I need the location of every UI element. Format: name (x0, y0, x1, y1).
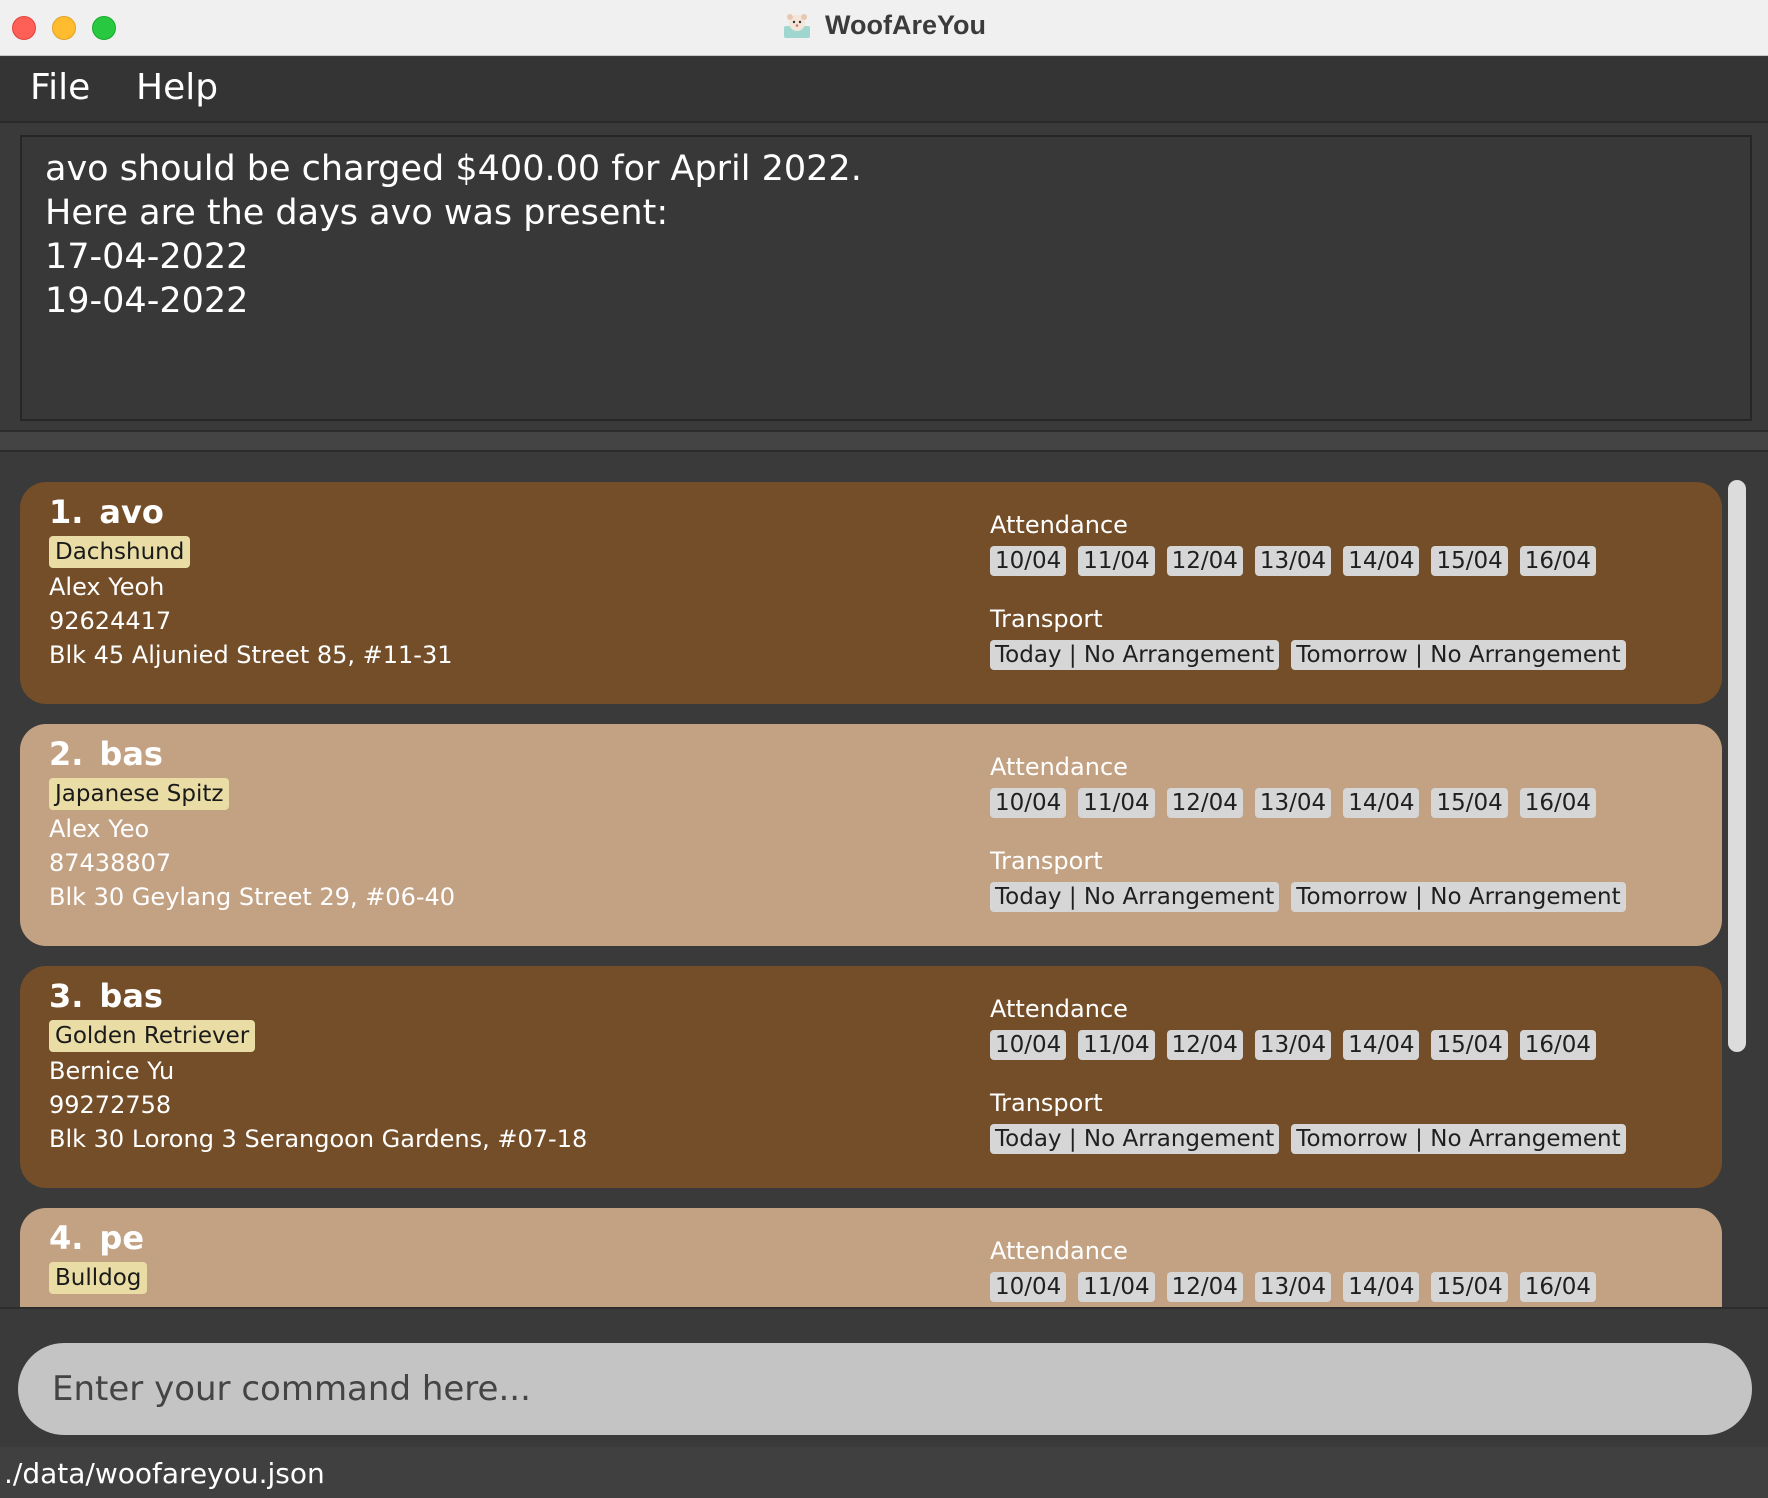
pet-index: 3. (49, 977, 84, 1015)
pet-name: avo (99, 493, 164, 531)
attendance-chip: 15/04 (1431, 546, 1508, 576)
attendance-chip: 11/04 (1078, 1030, 1155, 1060)
attendance-chip: 11/04 (1078, 1272, 1155, 1302)
attendance-chip: 10/04 (990, 1030, 1067, 1060)
pet-name-heading: 1. avo (49, 492, 453, 532)
attendance-chip: 14/04 (1343, 788, 1420, 818)
pet-name: pe (99, 1219, 145, 1257)
result-line: avo should be charged $400.00 for April … (45, 149, 862, 189)
attendance-chips: 10/04 11/04 12/04 13/04 14/04 15/04 16/04 (990, 1272, 1608, 1302)
pet-list[interactable]: 1. avo Dachshund Alex Yeoh 92624417 Blk 4… (0, 452, 1768, 1307)
pet-index: 4. (49, 1219, 84, 1257)
transport-chip: Today | No Arrangement (990, 1124, 1280, 1154)
attendance-chip: 12/04 (1166, 788, 1243, 818)
pet-card[interactable]: 2. bas Japanese Spitz Alex Yeo 87438807 B… (20, 724, 1722, 946)
app-dog-icon (782, 12, 812, 40)
attendance-chips: 10/04 11/04 12/04 13/04 14/04 15/04 16/04 (990, 546, 1638, 576)
breed-tag: Golden Retriever (49, 1020, 256, 1052)
pet-name-heading: 3. bas (49, 976, 587, 1016)
attendance-chip: 16/04 (1519, 546, 1597, 576)
attendance-chip: 15/04 (1431, 1030, 1508, 1060)
attendance-chip: 13/04 (1254, 546, 1332, 576)
attendance-chip: 16/04 (1519, 788, 1597, 818)
result-display[interactable]: avo should be charged $400.00 for April … (20, 135, 1752, 421)
transport-chip: Today | No Arrangement (990, 882, 1280, 912)
data-file-path: ./data/woofareyou.json (4, 1457, 325, 1490)
transport-label: Transport (990, 605, 1103, 633)
owner-address: Blk 45 Aljunied Street 85, #11-31 (49, 641, 453, 669)
attendance-chip: 10/04 (990, 788, 1067, 818)
owner-name: Alex Yeoh (49, 573, 165, 601)
title-bar: WoofAreYou (0, 0, 1768, 56)
attendance-chips: 10/04 11/04 12/04 13/04 14/04 15/04 16/04 (990, 788, 1638, 818)
attendance-chips: 10/04 11/04 12/04 13/04 14/04 15/04 16/04 (990, 1030, 1638, 1060)
attendance-chip: 14/04 (1343, 546, 1420, 576)
attendance-chip: 14/04 (1343, 1272, 1420, 1302)
transport-chip: Tomorrow | No Arrangement (1291, 640, 1626, 670)
attendance-chip: 11/04 (1078, 788, 1155, 818)
transport-chips: Today | No Arrangement Tomorrow | No Arra… (990, 640, 1638, 670)
pet-name: bas (99, 735, 163, 773)
attendance-chip: 16/04 (1519, 1030, 1597, 1060)
transport-chips: Today | No Arrangement Tomorrow | No Arra… (990, 1124, 1638, 1154)
pet-card[interactable]: 4. pe Bulldog Attendance 10/04 11/04 12/04 1… (20, 1208, 1722, 1307)
attendance-chip: 10/04 (990, 546, 1067, 576)
attendance-chip: 15/04 (1431, 1272, 1508, 1302)
breed-tag: Dachshund (49, 536, 191, 568)
owner-name: Bernice Yu (49, 1057, 175, 1085)
transport-label: Transport (990, 1089, 1103, 1117)
owner-address: Blk 30 Geylang Street 29, #06-40 (49, 883, 456, 911)
attendance-chip: 11/04 (1078, 546, 1155, 576)
attendance-label: Attendance (990, 1237, 1128, 1265)
pet-name-heading: 4. pe (49, 1218, 147, 1258)
attendance-chip: 13/04 (1254, 1272, 1332, 1302)
attendance-label: Attendance (990, 995, 1128, 1023)
attendance-chip: 15/04 (1431, 788, 1508, 818)
menu-help[interactable]: Help (136, 67, 218, 108)
pet-card[interactable]: 3. bas Golden Retriever Bernice Yu 992727… (20, 966, 1722, 1188)
transport-chip: Tomorrow | No Arrangement (1291, 1124, 1626, 1154)
split-divider[interactable] (0, 430, 1768, 452)
command-input[interactable] (18, 1343, 1752, 1435)
owner-phone: 99272758 (49, 1091, 172, 1119)
pet-index: 2. (49, 735, 84, 773)
attendance-chip: 13/04 (1254, 1030, 1332, 1060)
result-line: 17-04-2022 (45, 237, 249, 277)
menu-file[interactable]: File (30, 67, 90, 108)
attendance-chip: 13/04 (1254, 788, 1332, 818)
owner-phone: 92624417 (49, 607, 172, 635)
breed-tag: Bulldog (49, 1262, 148, 1294)
owner-address: Blk 30 Lorong 3 Serangoon Gardens, #07-1… (49, 1125, 588, 1153)
attendance-chip: 10/04 (990, 1272, 1067, 1302)
status-bar: ./data/woofareyou.json (0, 1447, 1768, 1498)
pet-name: bas (99, 977, 163, 1015)
window-title: WoofAreYou (825, 10, 987, 40)
owner-name: Alex Yeo (49, 815, 150, 843)
attendance-chip: 12/04 (1166, 546, 1243, 576)
transport-label: Transport (990, 847, 1103, 875)
transport-chip: Tomorrow | No Arrangement (1291, 882, 1626, 912)
pet-index: 1. (49, 493, 84, 531)
pet-card[interactable]: 1. avo Dachshund Alex Yeoh 92624417 Blk 4… (20, 482, 1722, 704)
breed-tag: Japanese Spitz (49, 778, 230, 810)
attendance-label: Attendance (990, 753, 1128, 781)
owner-phone: 87438807 (49, 849, 172, 877)
transport-chips: Today | No Arrangement Tomorrow | No Arra… (990, 882, 1638, 912)
attendance-chip: 12/04 (1166, 1272, 1243, 1302)
menu-bar: File Help (0, 57, 1768, 123)
transport-chip: Today | No Arrangement (990, 640, 1280, 670)
result-line: Here are the days avo was present: (45, 193, 669, 233)
list-scrollbar[interactable] (1728, 480, 1746, 1052)
attendance-chip: 16/04 (1519, 1272, 1597, 1302)
result-line: 19-04-2022 (45, 281, 249, 321)
attendance-chip: 12/04 (1166, 1030, 1243, 1060)
pet-name-heading: 2. bas (49, 734, 455, 774)
command-area (0, 1307, 1768, 1447)
attendance-label: Attendance (990, 511, 1128, 539)
attendance-chip: 14/04 (1343, 1030, 1420, 1060)
